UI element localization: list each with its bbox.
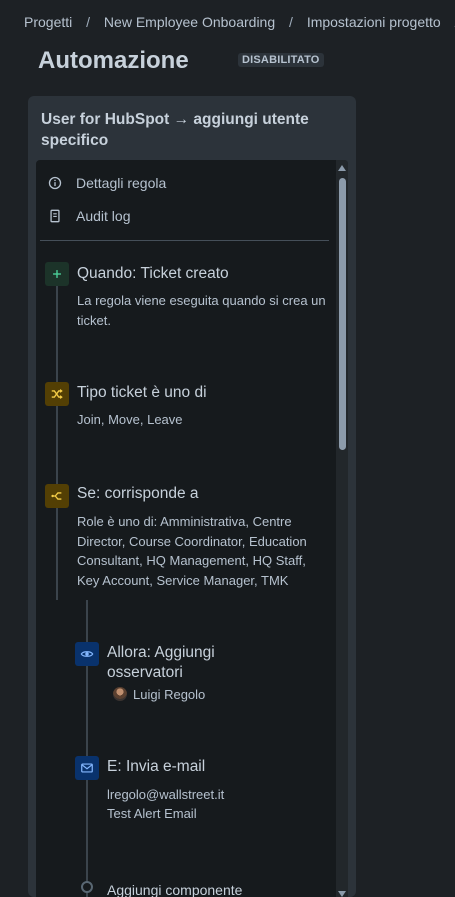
email-subject: Test Alert Email [107,806,197,821]
rule-title: User for HubSpot → aggiungi utente speci… [41,111,309,149]
breadcrumb-item-settings[interactable]: Impostazioni progetto [307,14,441,30]
document-icon [50,209,60,223]
watcher-user-name: Luigi Regolo [133,687,206,702]
action-email-title: E: Invia e-mail [107,758,206,775]
breadcrumb-separator: / [86,14,91,30]
action-watchers-title: Allora: Aggiungi osservatori [107,644,215,681]
branch-title: Se: corrisponde a [77,485,199,502]
menu-item-label: Audit log [76,208,131,224]
breadcrumb: Progetti / New Employee Onboarding / Imp… [24,14,455,30]
audit-log-link[interactable]: Audit log [48,205,130,227]
eye-icon [75,642,99,666]
page-title: Automazione [38,47,189,74]
avatar [113,687,127,701]
trigger-description: La regola viene eseguita quando si crea … [77,293,326,328]
scroll-thumb[interactable] [339,178,346,450]
scrollbar[interactable] [336,160,348,897]
email-recipient: lregolo@wallstreet.it [107,787,225,802]
status-badge: DISABILITATO [238,53,324,67]
info-icon [48,176,62,190]
rule-editor: Dettagli regola Audit log Quando: Ticket… [36,160,348,897]
add-component-label: Aggiungi componente [107,882,243,897]
mail-icon [75,756,99,780]
condition-title: Tipo ticket è uno di [77,384,207,401]
menu-item-label: Dettagli regola [76,175,167,191]
rule-details-link[interactable]: Dettagli regola [48,172,166,194]
condition-description: Join, Move, Leave [77,412,183,427]
watcher-user: Luigi Regolo [113,685,313,705]
add-dot-icon [81,881,93,893]
shuffle-icon [45,382,69,406]
divider [40,240,329,241]
scroll-up-icon[interactable] [338,165,346,171]
branch-icon [45,484,69,508]
trigger-title: Quando: Ticket creato [77,265,229,282]
breadcrumb-separator: / [289,14,293,30]
breadcrumb-item-project[interactable]: New Employee Onboarding [104,14,275,30]
scroll-down-icon[interactable] [338,891,346,897]
rule-panel: User for HubSpot → aggiungi utente speci… [28,96,356,897]
branch-description: Role è uno di: Amministrativa, Centre Di… [77,514,307,588]
flow-connector [56,280,58,600]
plus-icon [45,262,69,286]
breadcrumb-item-progetti[interactable]: Progetti [24,14,72,30]
